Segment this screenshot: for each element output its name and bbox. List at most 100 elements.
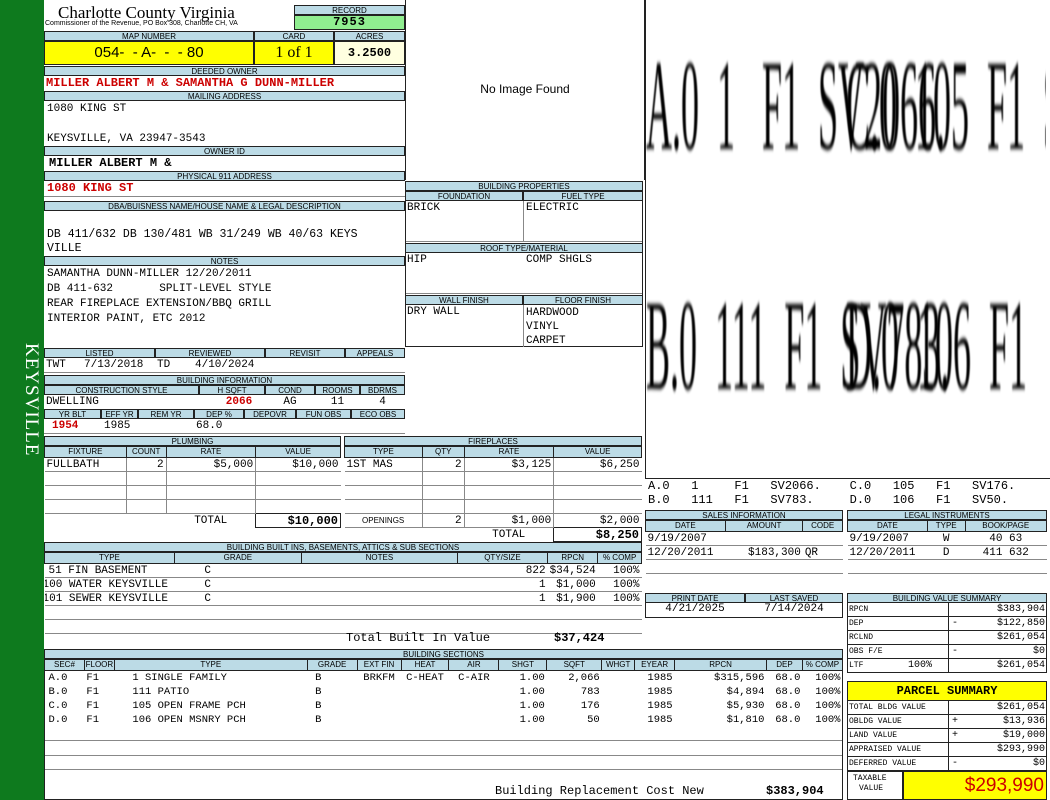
col-header: TYPE [44, 552, 175, 564]
cell: $6,250 [599, 458, 640, 471]
taxable-label: TAXABLE [853, 774, 887, 783]
reviewed-date: 4/10/2024 [195, 359, 255, 371]
cell: FULLBATH [44, 457, 127, 472]
sales-label: SALES INFORMATION [645, 510, 843, 520]
cell: $34,524 [549, 564, 596, 577]
card-label: CARD [254, 31, 334, 41]
table-row: 100 WATER KEYSVILLE C 1 $1,000 100% [44, 578, 642, 592]
col-header: QTY/SIZE [456, 552, 549, 564]
funobs-label: FUN OBS [296, 409, 351, 419]
foundation-label: FOUNDATION [405, 191, 523, 201]
col-header: FIXTURE [44, 446, 127, 458]
table-row: 12/20/2011 D 411 632 [847, 546, 1047, 560]
bedrooms: 4 [379, 396, 386, 408]
owner-id: MILLER ALBERT M & [49, 156, 172, 170]
openings-qty: 2 [422, 513, 465, 528]
builtins-total: $37,424 [554, 631, 605, 645]
cell [301, 592, 457, 606]
depovr-label: DEPOVR [244, 409, 296, 419]
parcel-summary-amount: $19,000 [1002, 730, 1045, 741]
cell: 1 [538, 592, 546, 605]
taxable-label: VALUE [859, 784, 884, 793]
map-label: MAP NUMBER [44, 31, 254, 41]
legal-line1: DB 411/632 DB 130/481 WB 31/249 WB 40/63… [47, 228, 358, 241]
col-header: TYPE [344, 446, 423, 458]
openings-rate: $1,000 [464, 513, 555, 528]
parcel-summary-sign: - [952, 758, 959, 769]
col-header: TYPE [926, 520, 966, 532]
table-row: 12/20/2011 $183,300 QR [645, 546, 843, 560]
col-header: VALUE [255, 446, 341, 458]
no-image-text: No Image Found [480, 82, 570, 96]
condition: AG [283, 396, 297, 408]
parcel-summary-row: TOTAL BLDG VALUE $261,054 [847, 701, 1047, 715]
col-header: CODE [802, 520, 843, 532]
sketch-legend-line2: B.0 111 F1 SV783. D.0 106 F1 SV50. [648, 493, 1009, 507]
listed-date: 7/13/2018 [84, 359, 144, 371]
cell [725, 532, 803, 546]
parcel-summary-title: PARCEL SUMMARY [847, 681, 1047, 701]
parcel-summary-amount: $0 [1032, 758, 1045, 769]
acres-label: ACRES [334, 31, 405, 41]
sections-label: BUILDING SECTIONS [44, 649, 843, 659]
parcel-summary-label: TOTAL BLDG VALUE [849, 703, 926, 712]
cell: $1,900 [556, 592, 596, 605]
value-summary-label: LTF [849, 661, 864, 670]
value-summary-amount: $122,850 [996, 618, 1045, 629]
physical-address: 1080 KING ST [47, 181, 134, 195]
construction-style: DWELLING [46, 396, 99, 408]
cell: 101 SEWER KEYSVILLE [44, 592, 168, 605]
notes-line: SAMANTHA DUNN-MILLER 12/20/2011 [47, 268, 252, 280]
fireplaces-table: TYPE QTY RATE VALUE 1ST MAS 2 $3,125 $6,250 OP… [344, 446, 642, 542]
col-header: COUNT [125, 446, 167, 458]
legal-instruments-table: DATE TYPE BOOK/PAGE 9/19/2007 W 40 63 12/20/… [847, 520, 1048, 574]
value-summary-row: LTF 100% $261,054 [847, 659, 1047, 673]
table-row: FULLBATH 2 $5,000 $10,000 [44, 457, 341, 472]
cell: $3,125 [464, 457, 555, 472]
col-header: NOTES [300, 552, 458, 564]
col-header: % COMP [597, 552, 642, 564]
col-header: QTY [421, 446, 465, 458]
physical-address-label: PHYSICAL 911 ADDRESS [44, 171, 405, 181]
col-header: RATE [165, 446, 257, 458]
parcel-summary-label: OBLDG VALUE [849, 717, 902, 726]
listed-by: TWT [46, 359, 66, 371]
table-row: 101 SEWER KEYSVILLE C 1 $1,900 100% [44, 592, 642, 606]
mailing-line1: 1080 KING ST [47, 103, 127, 115]
cell: D [942, 546, 950, 559]
cell: C [204, 564, 211, 577]
parcel-summary-row: DEFERRED VALUE - $0 [847, 757, 1047, 771]
print-date-label: PRINT DATE [645, 593, 745, 603]
building-props-label: BUILDING PROPERTIES [405, 181, 643, 191]
cell: 100 WATER KEYSVILLE [44, 578, 168, 591]
cell: 9/19/2007 [849, 532, 909, 545]
cell: 9/19/2007 [647, 532, 707, 545]
builtins-label: BUILDING BUILT INS, BASEMENTS, ATTICS & … [44, 542, 642, 552]
builtins-table: TYPE GRADE NOTES QTY/SIZE RPCN% COMP 51 FIN … [44, 552, 642, 634]
col-header: VALUE [553, 446, 642, 458]
notes-line: DB 411-632 SPLIT-LEVEL STYLE [47, 283, 272, 295]
appeals-label: APPEALS [345, 348, 405, 358]
ecoobs-label: ECO OBS [351, 409, 405, 419]
parcel-summary-label: APPRAISED VALUE [849, 745, 922, 754]
cell: 1ST MAS [344, 457, 423, 472]
plumbing-total-label: TOTAL [194, 514, 228, 527]
sidebar-label: KEYSVILLE [21, 343, 42, 457]
value-summary-pct: 100% [908, 660, 933, 671]
notes-line: INTERIOR PAINT, ETC 2012 [47, 313, 206, 325]
mailing-line2: KEYSVILLE, VA 23947-3543 [47, 133, 206, 145]
fireplace-total: $8,250 [553, 527, 642, 542]
dep-label: DEP % [194, 409, 244, 419]
listed-label: LISTED [44, 348, 155, 358]
col-header: RATE [463, 446, 555, 458]
year-built: 1954 [52, 420, 79, 432]
legal-description-label: DBA/BUISNESS NAME/HOUSE NAME & LEGAL DES… [44, 201, 405, 211]
plumbing-label: PLUMBING [44, 436, 341, 446]
value-summary-label: OBS F/E [849, 647, 883, 656]
sketch-label: C.0 105 F1 SV176. [846, 33, 1046, 178]
sketch-label: D.0 106 F1 SV50. [846, 273, 1046, 418]
parcel-summary-amount: $293,990 [996, 744, 1045, 755]
cell: 100% [613, 592, 640, 605]
value-summary-sign: - [952, 618, 959, 629]
value-summary-amount: $383,904 [996, 604, 1045, 615]
